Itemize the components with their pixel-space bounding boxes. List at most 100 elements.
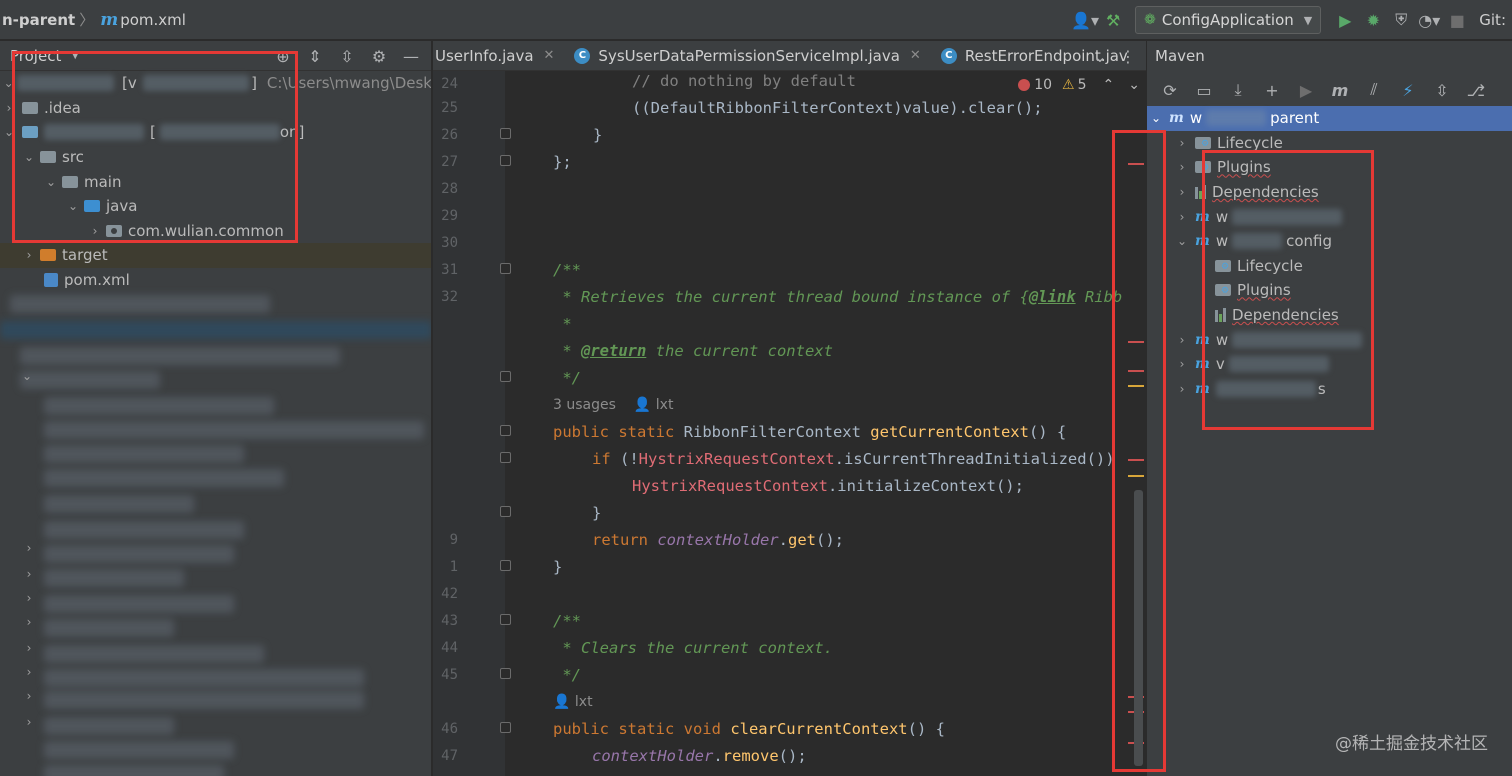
- stop-icon[interactable]: ■: [1443, 6, 1471, 34]
- redacted-row: [44, 765, 224, 776]
- chevron-down-icon[interactable]: ⌄: [1086, 42, 1114, 70]
- code-line: */: [433, 365, 1146, 392]
- chevron-down-icon[interactable]: ⌄: [1147, 111, 1165, 125]
- chevron-right-icon[interactable]: ›: [1173, 136, 1191, 150]
- gear-icon[interactable]: ⚙: [363, 42, 395, 70]
- close-icon[interactable]: ✕: [544, 48, 555, 63]
- build-hammer-icon[interactable]: ⚒: [1099, 6, 1127, 34]
- redacted-row: [44, 619, 174, 637]
- debug-icon[interactable]: ✹: [1359, 6, 1387, 34]
- code-line: contextHolder.remove();: [433, 743, 1146, 770]
- code-line: public static void clearCurrentContext()…: [433, 716, 1146, 743]
- chevron-right-icon[interactable]: ›: [20, 567, 38, 581]
- git-label[interactable]: Git:: [1471, 11, 1512, 29]
- maven-goal-icon[interactable]: m: [1323, 76, 1357, 104]
- add-icon[interactable]: +: [1255, 76, 1289, 104]
- chevron-right-icon[interactable]: ›: [20, 248, 38, 262]
- author-icon: 👤: [633, 397, 652, 413]
- tab-sysuserdatapermission[interactable]: C SysUserDataPermissionServiceImpl.java …: [564, 41, 930, 70]
- run-icon[interactable]: ▶: [1289, 76, 1323, 104]
- chevron-right-icon[interactable]: ›: [20, 615, 38, 629]
- chevron-right-icon[interactable]: ›: [20, 689, 38, 703]
- excluded-folder-icon: [40, 249, 56, 262]
- tree-row-pom[interactable]: pom.xml: [0, 268, 431, 293]
- run-icon[interactable]: ▶: [1331, 6, 1359, 34]
- offline-icon[interactable]: ⚡: [1391, 76, 1425, 104]
- code-line: }: [433, 122, 1146, 149]
- author-hint[interactable]: 👤 lxt: [553, 689, 593, 716]
- chevron-right-icon[interactable]: ›: [20, 641, 38, 655]
- code-line: return contextHolder.get();: [433, 527, 1146, 554]
- run-configuration-select[interactable]: ❁ ConfigApplication ▼: [1135, 6, 1322, 34]
- chevron-right-icon[interactable]: ›: [1173, 210, 1191, 224]
- chevron-right-icon[interactable]: ›: [1173, 333, 1191, 347]
- code-method: get: [788, 531, 816, 549]
- maven-panel-title: Maven: [1155, 47, 1205, 65]
- hide-icon[interactable]: —: [395, 42, 427, 70]
- maven-project-icon: m: [1169, 110, 1184, 127]
- watermark: @稀土掘金技术社区: [1335, 734, 1488, 754]
- code-line: HystrixRequestContext.initializeContext(…: [433, 473, 1146, 500]
- editor-tab-bar: UserInfo.java ✕ C SysUserDataPermissionS…: [433, 41, 1146, 71]
- breadcrumb-separator: 〉: [79, 11, 95, 29]
- code-text: }: [553, 558, 563, 576]
- tree-row-target[interactable]: › target: [0, 243, 431, 268]
- code-line: };: [433, 149, 1146, 176]
- breadcrumb-file[interactable]: pom.xml: [120, 11, 186, 29]
- code-editor[interactable]: 24 25 26 27 28 29 30 31 32 9 1 42 43 44 …: [433, 71, 1146, 776]
- breadcrumb-project[interactable]: n-parent: [2, 11, 75, 29]
- chevron-right-icon[interactable]: ›: [1173, 185, 1191, 199]
- code-line: public static RibbonFilterContext getCur…: [433, 419, 1146, 446]
- user-icon[interactable]: 👤▾: [1071, 6, 1099, 34]
- expand-all-icon[interactable]: ⇕: [299, 42, 331, 70]
- code-text: }: [592, 504, 602, 522]
- author-name: lxt: [655, 397, 674, 413]
- tab-label: SysUserDataPermissionServiceImpl.java: [598, 46, 900, 65]
- more-icon[interactable]: ⋮: [1114, 42, 1142, 70]
- code-text: .isCurrentThreadInitialized()): [834, 450, 1115, 468]
- chevron-right-icon[interactable]: ›: [1173, 382, 1191, 396]
- reload-icon[interactable]: ⟳: [1153, 76, 1187, 104]
- code-doc: *: [553, 315, 572, 333]
- java-class-icon: C: [574, 47, 591, 64]
- redacted-row: [44, 421, 424, 439]
- tree-row-label: target: [62, 246, 108, 265]
- code-text: ();: [816, 531, 844, 549]
- tab-userinfo[interactable]: UserInfo.java ✕: [433, 41, 564, 70]
- chevron-down-icon[interactable]: ⌄: [18, 369, 36, 383]
- code-line: */: [433, 662, 1146, 689]
- code-keyword: return: [592, 531, 658, 549]
- add-folder-icon[interactable]: ▭: [1187, 76, 1221, 104]
- lifecycle-icon: [1195, 136, 1211, 149]
- chevron-down-icon[interactable]: ⌄: [1173, 234, 1191, 248]
- skip-tests-icon[interactable]: ⫽: [1357, 76, 1391, 104]
- author-name: lxt: [574, 694, 593, 710]
- code-method: getCurrentContext: [870, 423, 1029, 441]
- collapse-icon[interactable]: ⇳: [1425, 76, 1459, 104]
- maven-root-row[interactable]: ⌄ m w parent: [1147, 106, 1512, 131]
- chevron-right-icon[interactable]: ›: [20, 715, 38, 729]
- code-doc: * Clears the current context.: [553, 639, 833, 657]
- chevron-right-icon[interactable]: ›: [1173, 160, 1191, 174]
- analyze-icon[interactable]: ⎇: [1459, 76, 1493, 104]
- run-toolbar: 👤▾ ⚒ ❁ ConfigApplication ▼ ▶ ✹ ⛨ ◔▾ ■ Gi…: [1071, 0, 1512, 40]
- collapse-all-icon[interactable]: ⇳: [331, 42, 363, 70]
- chevron-right-icon[interactable]: ›: [20, 591, 38, 605]
- code-line: * Retrieves the current thread bound ins…: [433, 284, 1146, 311]
- chevron-right-icon[interactable]: ›: [20, 665, 38, 679]
- redacted-row: [44, 717, 174, 735]
- code-unresolved: HystrixRequestContext: [632, 477, 828, 495]
- chevron-down-icon: ▼: [1303, 13, 1313, 27]
- download-icon[interactable]: ⤓: [1221, 76, 1255, 104]
- code-line: /**: [433, 608, 1146, 635]
- code-text: () {: [907, 720, 945, 738]
- chevron-right-icon[interactable]: ›: [20, 541, 38, 555]
- annotation-box-scrollbar: [1112, 130, 1166, 772]
- close-icon[interactable]: ✕: [910, 48, 921, 63]
- redacted-row: [44, 397, 274, 415]
- chevron-right-icon[interactable]: ›: [1173, 357, 1191, 371]
- usages-hint[interactable]: 3 usages 👤 lxt: [553, 392, 673, 419]
- profiler-icon[interactable]: ◔▾: [1415, 6, 1443, 34]
- code-text: ();: [778, 747, 807, 765]
- coverage-icon[interactable]: ⛨: [1387, 6, 1415, 34]
